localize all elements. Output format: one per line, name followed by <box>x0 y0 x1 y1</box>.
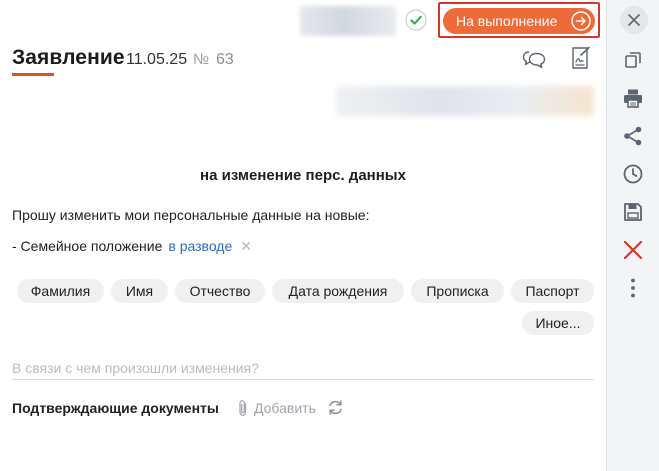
check-circle-icon[interactable] <box>405 9 427 31</box>
supporting-documents-label: Подтверждающие документы <box>12 400 219 416</box>
send-to-execution-label: На выполнение <box>456 13 558 29</box>
history-icon[interactable] <box>622 163 644 185</box>
change-reason-input[interactable] <box>12 357 594 380</box>
document-title: Заявление <box>12 46 125 69</box>
signature-icon[interactable] <box>569 46 591 70</box>
document-window: На выполнение Заявление 11.05.25 № 63 на… <box>0 0 659 471</box>
chip-passport[interactable]: Паспорт <box>511 279 594 303</box>
chip-first-name[interactable]: Имя <box>111 279 168 303</box>
document-number: 63 <box>216 51 234 68</box>
copy-icon[interactable] <box>622 49 644 71</box>
arrow-right-circle-icon <box>571 11 591 31</box>
save-icon[interactable] <box>622 201 644 223</box>
paperclip-icon[interactable] <box>237 399 249 417</box>
change-item: - Семейное положение в разводе ✕ <box>12 238 252 255</box>
add-document-link[interactable]: Добавить <box>254 400 316 416</box>
more-icon[interactable] <box>622 277 644 299</box>
remove-change-icon[interactable]: ✕ <box>240 238 252 254</box>
chip-registration[interactable]: Прописка <box>411 279 504 303</box>
refresh-icon[interactable] <box>327 399 344 416</box>
title-underline <box>12 73 54 76</box>
delete-icon[interactable] <box>622 239 644 261</box>
request-text: Прошу изменить мои персональные данные н… <box>12 207 370 223</box>
blurred-recipient-info <box>336 86 594 116</box>
document-subject: на изменение перс. данных <box>200 167 406 184</box>
close-icon[interactable] <box>623 9 645 31</box>
chip-birth-date[interactable]: Дата рождения <box>272 279 404 303</box>
share-icon[interactable] <box>622 125 644 147</box>
comments-icon[interactable] <box>522 48 546 70</box>
change-field-label: - Семейное положение <box>12 238 163 254</box>
send-to-execution-button[interactable]: На выполнение <box>443 8 595 34</box>
chip-other[interactable]: Иное... <box>522 311 594 335</box>
chip-patronymic[interactable]: Отчество <box>175 279 265 303</box>
chip-last-name[interactable]: Фамилия <box>17 279 104 303</box>
document-number-label: № <box>193 51 210 68</box>
printer-icon[interactable] <box>622 87 644 109</box>
change-field-value[interactable]: в разводе <box>168 238 232 254</box>
blurred-user-info <box>300 6 396 36</box>
document-date: 11.05.25 <box>126 51 188 68</box>
